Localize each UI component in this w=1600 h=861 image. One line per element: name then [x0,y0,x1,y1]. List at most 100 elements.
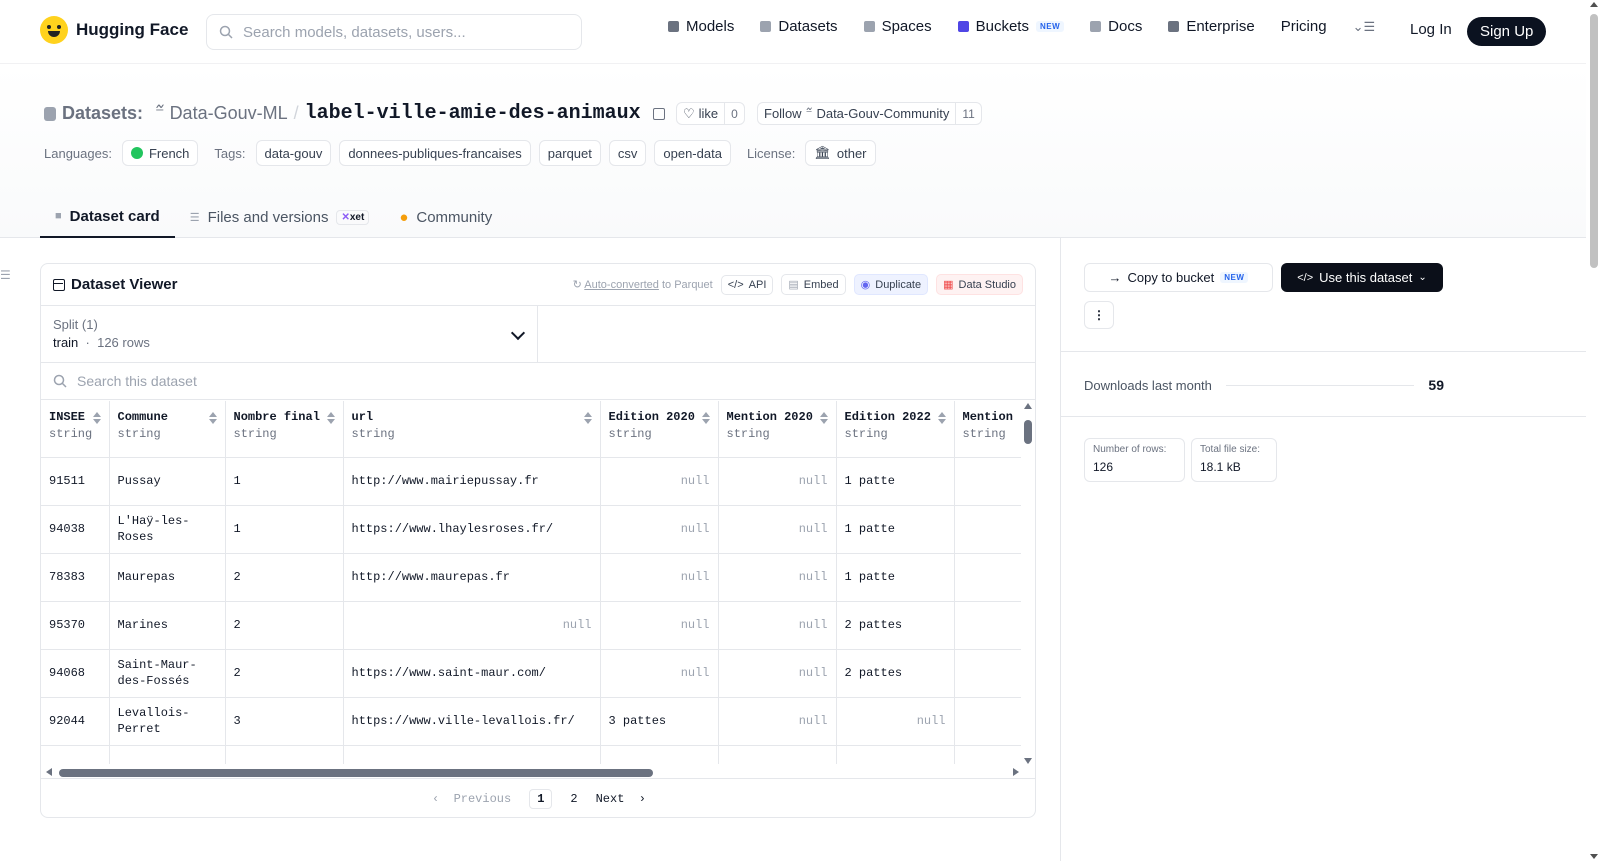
nav-models[interactable]: Models [668,18,734,35]
like-button[interactable]: ♡ like 0 [676,102,745,125]
language-tag[interactable]: French [121,140,199,166]
sort-icon[interactable] [937,412,946,424]
table-cell[interactable]: 2 [225,601,344,650]
table-cell[interactable]: Saint-Maur-des-Fossés [109,649,226,698]
table-cell[interactable] [836,745,955,764]
table-cell[interactable] [954,745,1021,764]
table-cell[interactable]: 95370 [41,601,110,650]
tab-files-and-versions[interactable]: ☰ Files and versions ✕xet [175,196,385,238]
table-cell[interactable]: null [718,553,837,602]
scroll-thumb[interactable] [1024,420,1032,444]
column-header[interactable]: Edition 2022 string [836,401,955,458]
follow-button[interactable]: Follow ⁻᷉ Data-Gouv-Community 11 [757,102,982,125]
table-cell[interactable]: 1 patte [836,457,955,506]
nav-docs[interactable]: Docs [1090,18,1142,35]
previous-page-button[interactable]: ‹ Previous [432,792,511,806]
table-cell[interactable]: null [718,649,837,698]
table-cell[interactable]: null [343,601,601,650]
dataset-owner[interactable]: ⁻᷉ Data-Gouv-ML [155,103,288,124]
table-cell[interactable]: 91511 [41,457,110,506]
auto-converted-link[interactable]: Auto-converted [584,279,659,291]
column-header[interactable]: url string [343,401,601,458]
table-cell[interactable]: 2 [225,553,344,602]
table-cell[interactable]: 94068 [41,649,110,698]
tab-community[interactable]: ● Community [384,196,507,238]
table-cell[interactable]: 1 patte [836,553,955,602]
login-link[interactable]: Log In [1410,21,1452,38]
table-vertical-scrollbar[interactable] [1023,401,1033,766]
table-cell[interactable] [954,601,1021,650]
dataset-search-input[interactable] [77,373,677,389]
column-header[interactable]: Mention 2020 string [718,401,837,458]
table-cell[interactable]: 94038 [41,505,110,554]
global-search-input[interactable] [243,23,563,41]
table-cell[interactable]: 1 [225,505,344,554]
dataset-search[interactable] [41,363,1035,400]
table-cell[interactable]: null [718,457,837,506]
table-cell[interactable] [954,457,1021,506]
table-horizontal-scrollbar[interactable] [41,766,1021,778]
nav-enterprise[interactable]: Enterprise [1168,18,1255,35]
brand-logo[interactable]: Hugging Face [40,16,188,44]
table-cell[interactable]: null [718,697,837,746]
table-cell[interactable] [109,745,226,764]
table-cell[interactable] [225,745,344,764]
tag-item[interactable]: parquet [538,140,601,166]
scroll-down-icon[interactable] [1024,758,1032,764]
copy-icon[interactable] [652,107,665,120]
sort-icon[interactable] [583,412,592,424]
table-cell[interactable]: null [836,697,955,746]
dataset-name[interactable]: label-ville-amie-des-animaux [305,102,641,125]
tag-item[interactable]: csv [608,140,647,166]
table-cell[interactable]: 2 pattes [836,601,955,650]
page-button-1[interactable]: 1 [529,788,553,809]
table-cell[interactable]: Pussay [109,457,226,506]
follow-part[interactable]: Follow ⁻᷉ Data-Gouv-Community [758,103,955,124]
table-cell[interactable]: null [600,553,719,602]
table-cell[interactable] [954,697,1021,746]
table-cell[interactable]: 1 patte [836,505,955,554]
scroll-thumb[interactable] [1590,14,1598,268]
signup-button[interactable]: Sign Up [1467,17,1547,46]
data-studio-button[interactable]: ▦ Data Studio [936,274,1023,295]
table-cell[interactable]: Maurepas [109,553,226,602]
nav-pricing[interactable]: Pricing [1281,18,1327,35]
scroll-down-icon[interactable] [1590,854,1598,859]
api-button[interactable]: </> API [720,274,774,295]
scroll-thumb[interactable] [59,769,653,777]
nav-spaces[interactable]: Spaces [863,18,932,35]
more-options-button[interactable]: ⋮ [1084,301,1114,329]
table-cell[interactable]: https://www.saint-maur.com/ [343,649,601,698]
table-cell[interactable]: https://www.lhaylesroses.fr/ [343,505,601,554]
table-cell[interactable]: https://www.ville-levallois.fr/ [343,697,601,746]
tag-item[interactable]: data-gouv [255,140,332,166]
nav-datasets[interactable]: Datasets [760,18,838,35]
table-cell[interactable]: L'Haÿ-les-Roses [109,505,226,554]
table-cell[interactable]: null [718,505,837,554]
table-cell[interactable]: null [718,601,837,650]
table-cell[interactable] [954,649,1021,698]
column-header[interactable]: Edition 2020 string [600,401,719,458]
table-cell[interactable] [718,745,837,764]
column-header[interactable]: Commune string [109,401,226,458]
table-cell[interactable]: http://www.mairiepussay.fr [343,457,601,506]
table-cell[interactable]: null [600,601,719,650]
table-cell[interactable] [41,745,110,764]
use-this-dataset-button[interactable]: </> Use this dataset ⌄ [1281,263,1443,292]
table-cell[interactable] [954,505,1021,554]
like-part[interactable]: ♡ like [677,103,724,124]
column-header[interactable]: Nombre final string [225,401,344,458]
scroll-up-icon[interactable] [1590,2,1598,7]
sort-icon[interactable] [208,412,217,424]
nav-buckets[interactable]: Buckets NEW [957,18,1065,35]
table-cell[interactable]: 92044 [41,697,110,746]
tag-item[interactable]: open-data [654,140,731,166]
sort-icon[interactable] [92,412,101,424]
column-header[interactable]: Mention string [954,401,1021,458]
table-cell[interactable]: null [600,505,719,554]
license-tag[interactable]: 🏛 other [805,140,876,166]
scroll-up-icon[interactable] [1024,403,1032,409]
duplicate-button[interactable]: ◉ Duplicate [853,274,929,295]
datasets-prefix[interactable]: Datasets: [62,103,143,124]
column-header[interactable]: INSEE string [41,401,110,458]
